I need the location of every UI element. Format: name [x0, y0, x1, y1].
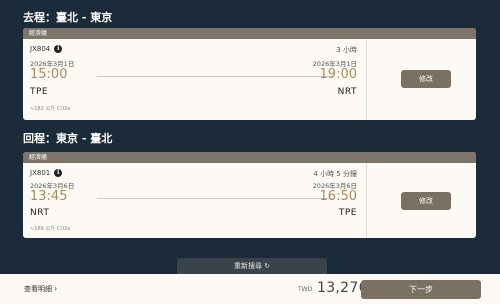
next-step-button[interactable]: 下一步 — [361, 280, 481, 299]
chevron-right-icon: › — [54, 284, 58, 293]
outbound-flight-number: JX804 — [30, 45, 51, 53]
return-flight-number-row: JX801 i — [30, 169, 63, 177]
return-departure-airport: NRT — [30, 208, 50, 218]
info-icon[interactable]: i — [54, 169, 63, 177]
info-icon[interactable]: i — [54, 45, 63, 53]
outbound-modify-button[interactable]: 修改 — [401, 70, 451, 88]
return-cabin-label: 經濟艙 — [23, 152, 476, 163]
outbound-flight-card: 經濟艙 JX804 i 3 小時 2026年3月1日 2026年3月1日 15:… — [23, 28, 476, 120]
return-flight-info: JX801 i 4 小時 5 分鐘 2026年3月6日 2026年3月6日 13… — [23, 163, 366, 238]
return-departure-time: 13:45 — [30, 189, 68, 204]
view-details-label: 查看明細 — [24, 285, 52, 293]
outbound-route-line — [97, 76, 333, 77]
outbound-flight-info: JX804 i 3 小時 2026年3月1日 2026年3月1日 15:00 1… — [23, 39, 366, 120]
outbound-co2-estimate: ≈182 公斤 CO2e — [30, 106, 71, 112]
footer-bar: 查看明細 › TWD 13,276 下一步 — [0, 274, 500, 304]
return-route-line — [97, 198, 333, 199]
return-action-area: 修改 — [367, 163, 476, 238]
outbound-duration: 3 小時 — [336, 46, 357, 54]
return-co2-estimate: ≈169 公斤 CO2e — [30, 226, 71, 232]
return-flight-card: 經濟艙 JX801 i 4 小時 5 分鐘 2026年3月6日 2026年3月6… — [23, 152, 476, 238]
return-flight-number: JX801 — [30, 169, 51, 177]
price-currency: TWD — [298, 286, 313, 293]
outbound-departure-time: 15:00 — [30, 67, 68, 82]
return-duration: 4 小時 5 分鐘 — [313, 170, 357, 178]
view-details-link[interactable]: 查看明細 › — [24, 284, 57, 294]
outbound-arrival-time: 19:00 — [319, 67, 357, 82]
return-modify-button[interactable]: 修改 — [401, 192, 451, 210]
research-button[interactable]: 重新搜尋 ↻ — [177, 258, 327, 274]
outbound-cabin-label: 經濟艙 — [23, 28, 476, 39]
outbound-flight-number-row: JX804 i — [30, 45, 63, 53]
return-arrival-time: 16:50 — [319, 189, 357, 204]
outbound-title: 去程：臺北 - 東京 — [23, 11, 113, 24]
return-title: 回程：東京 - 臺北 — [23, 132, 113, 145]
outbound-action-area: 修改 — [367, 39, 476, 120]
outbound-departure-airport: TPE — [30, 87, 49, 97]
return-arrival-airport: TPE — [338, 208, 357, 218]
outbound-arrival-airport: NRT — [337, 87, 357, 97]
